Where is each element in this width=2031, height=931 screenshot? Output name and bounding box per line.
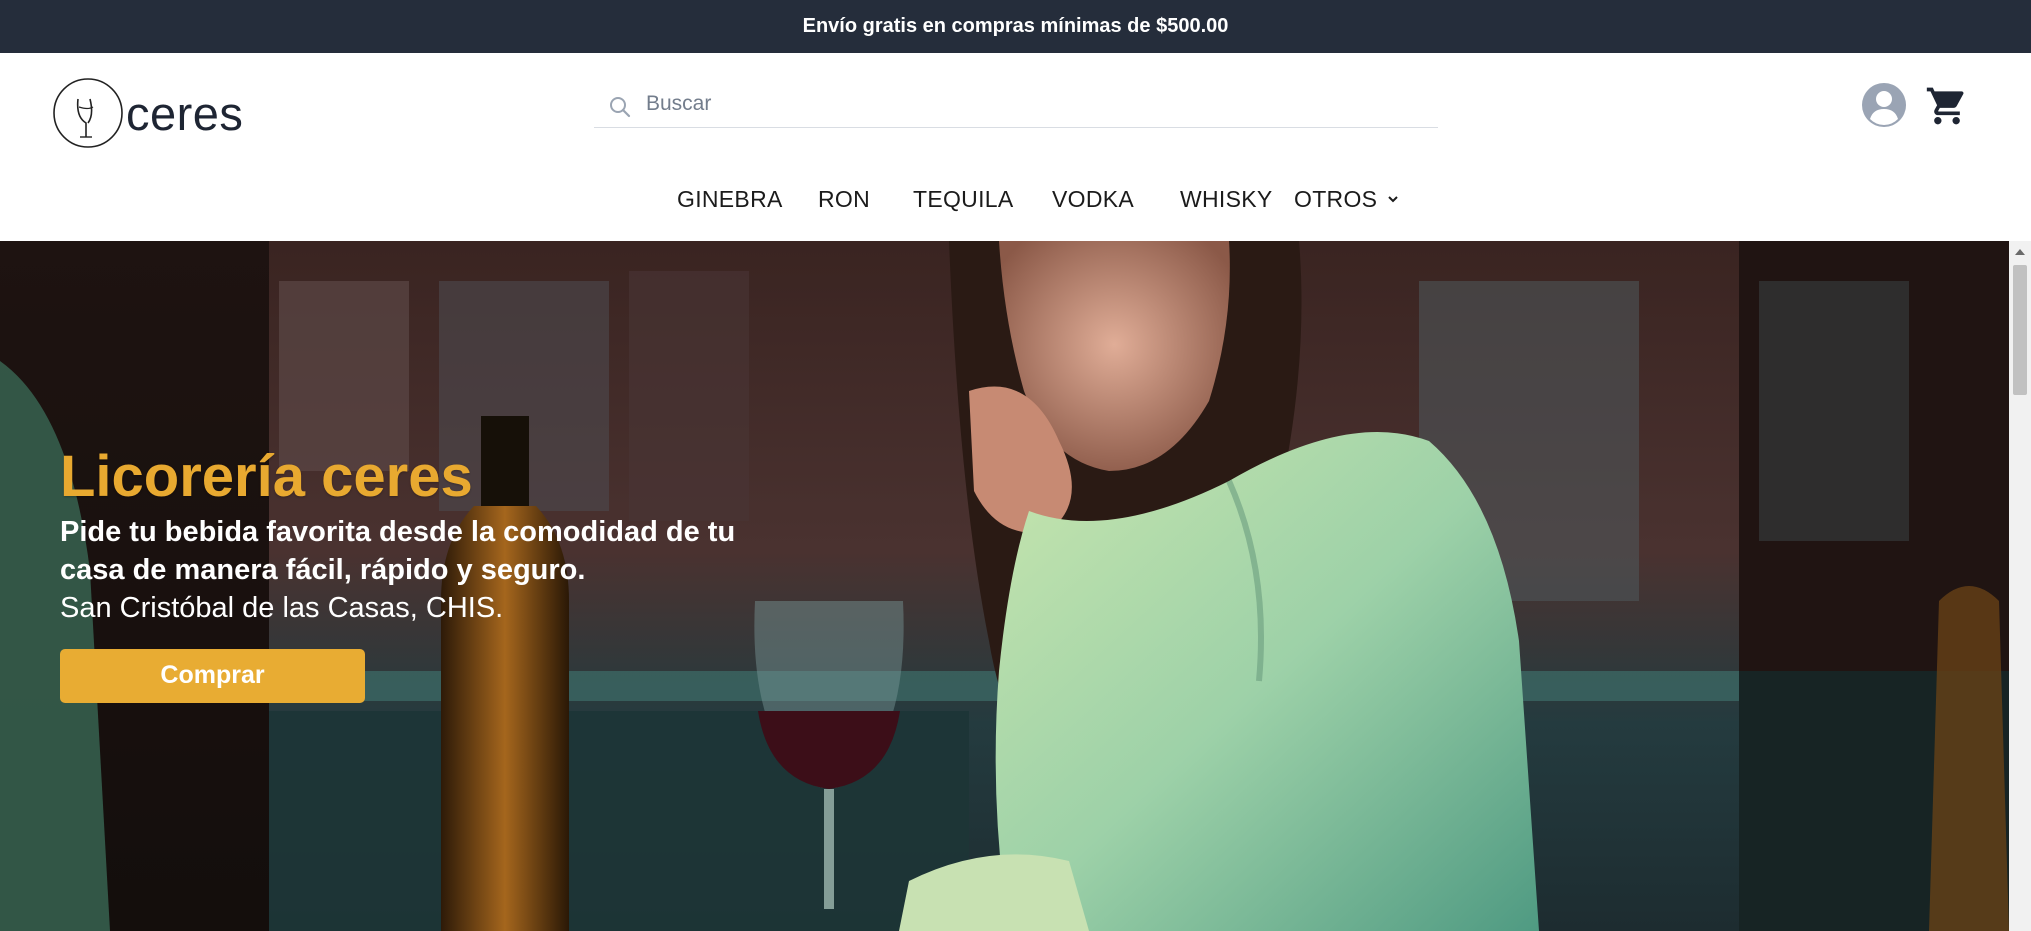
hero-side-image-right xyxy=(1739,241,2009,931)
category-nav: GINEBRA RON TEQUILA VODKA WHISKY OTROS xyxy=(0,186,2031,218)
user-account-icon[interactable] xyxy=(1861,82,1907,128)
hero-location: San Cristóbal de las Casas, CHIS. xyxy=(60,591,504,624)
wine-glass-logo-icon xyxy=(53,78,123,148)
announcement-text: Envío gratis en compras mínimas de $500.… xyxy=(802,15,1229,37)
hero-subtitle-line-2: casa de manera fácil, rápido y seguro. xyxy=(60,553,586,586)
hero-content: Licorería ceres Pide tu bebida favorita … xyxy=(60,445,735,703)
hero-title: Licorería ceres xyxy=(60,444,473,509)
nav-item-ron[interactable]: RON xyxy=(818,186,870,213)
hero-subtitle: Pide tu bebida favorita desde la comodid… xyxy=(60,513,735,627)
search-icon[interactable] xyxy=(608,95,632,119)
nav-item-vodka[interactable]: VODKA xyxy=(1052,186,1134,213)
nav-item-whisky[interactable]: WHISKY xyxy=(1180,186,1273,213)
scroll-up-arrow-icon[interactable] xyxy=(2015,249,2025,255)
nav-item-otros[interactable]: OTROS xyxy=(1294,186,1377,213)
comprar-button[interactable]: Comprar xyxy=(60,648,365,703)
scrollbar-thumb[interactable] xyxy=(2013,265,2027,395)
nav-item-ginebra[interactable]: GINEBRA xyxy=(677,186,783,213)
hero-banner: Licorería ceres Pide tu bebida favorita … xyxy=(0,241,2009,931)
site-header: ceres GINEBRA RON TEQUILA VODKA WHISKY O… xyxy=(0,53,2031,241)
hero-subtitle-line-1: Pide tu bebida favorita desde la comodid… xyxy=(60,515,736,548)
brand-name: ceres xyxy=(126,86,244,140)
shopping-cart-icon[interactable] xyxy=(1925,84,1969,128)
page-scrollbar[interactable] xyxy=(2009,241,2031,931)
nav-item-tequila[interactable]: TEQUILA xyxy=(913,186,1014,213)
search-bar xyxy=(594,81,1438,128)
announcement-bar: Envío gratis en compras mínimas de $500.… xyxy=(0,0,2031,53)
search-input[interactable] xyxy=(644,91,1408,117)
brand-logo[interactable]: ceres xyxy=(52,77,243,149)
chevron-down-icon[interactable] xyxy=(1385,191,1401,207)
